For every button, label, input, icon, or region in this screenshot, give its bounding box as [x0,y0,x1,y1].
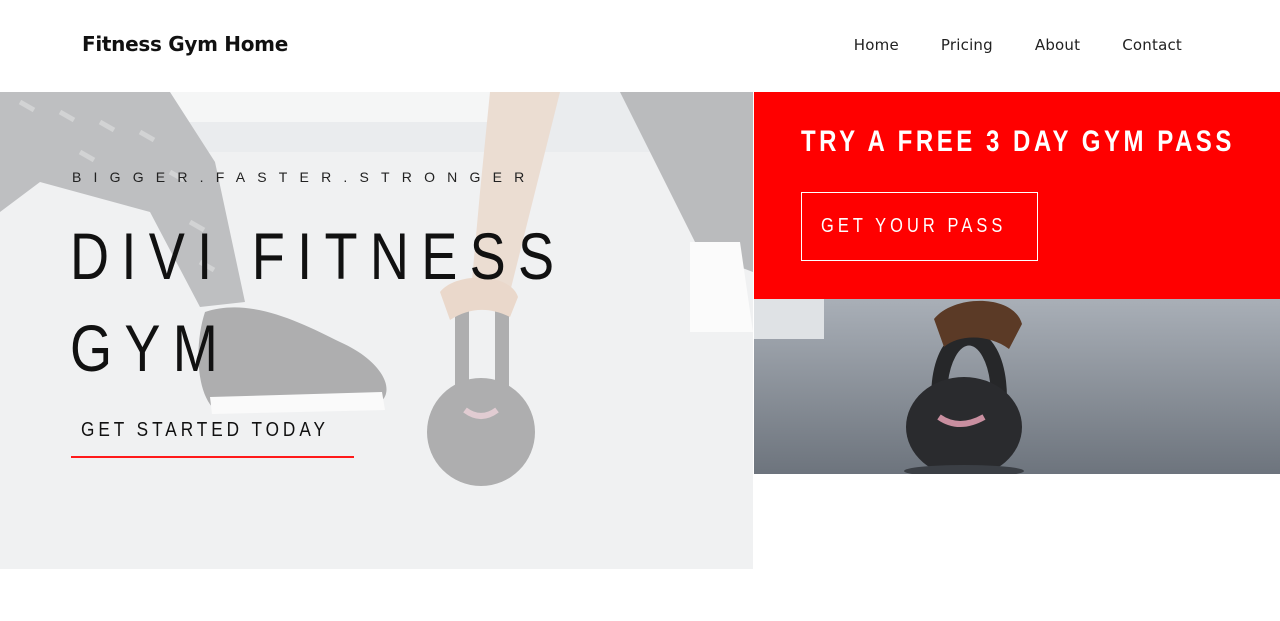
hero-title-line2: GYM [70,311,231,385]
nav-link-home[interactable]: Home [854,36,899,54]
get-started-label: GET STARTED TODAY [81,419,329,441]
nav-link-contact[interactable]: Contact [1122,36,1182,54]
nav-link-pricing[interactable]: Pricing [941,36,993,54]
promo-block: TRY A FREE 3 DAY GYM PASS GET YOUR PASS [754,92,1280,299]
promo-photo [754,299,1280,474]
kettlebell-closeup-image [754,299,1280,474]
site-header: Fitness Gym Home Home Pricing About Cont… [0,0,1280,92]
promo-title: TRY A FREE 3 DAY GYM PASS [801,125,1235,158]
hero-title: DIVI FITNESS GYM [70,210,566,394]
hero-tagline: BIGGER.FASTER.STRONGER [72,169,537,185]
site-logo[interactable]: Fitness Gym Home [82,32,288,56]
nav-link-about[interactable]: About [1035,36,1080,54]
main-nav: Home Pricing About Contact [854,36,1182,54]
hero-section: BIGGER.FASTER.STRONGER DIVI FITNESS GYM … [0,92,753,569]
get-pass-button[interactable]: GET YOUR PASS [801,192,1038,261]
get-started-button[interactable]: GET STARTED TODAY [71,415,354,458]
get-pass-label: GET YOUR PASS [821,215,1007,237]
hero-title-line1: DIVI FITNESS [70,219,567,293]
